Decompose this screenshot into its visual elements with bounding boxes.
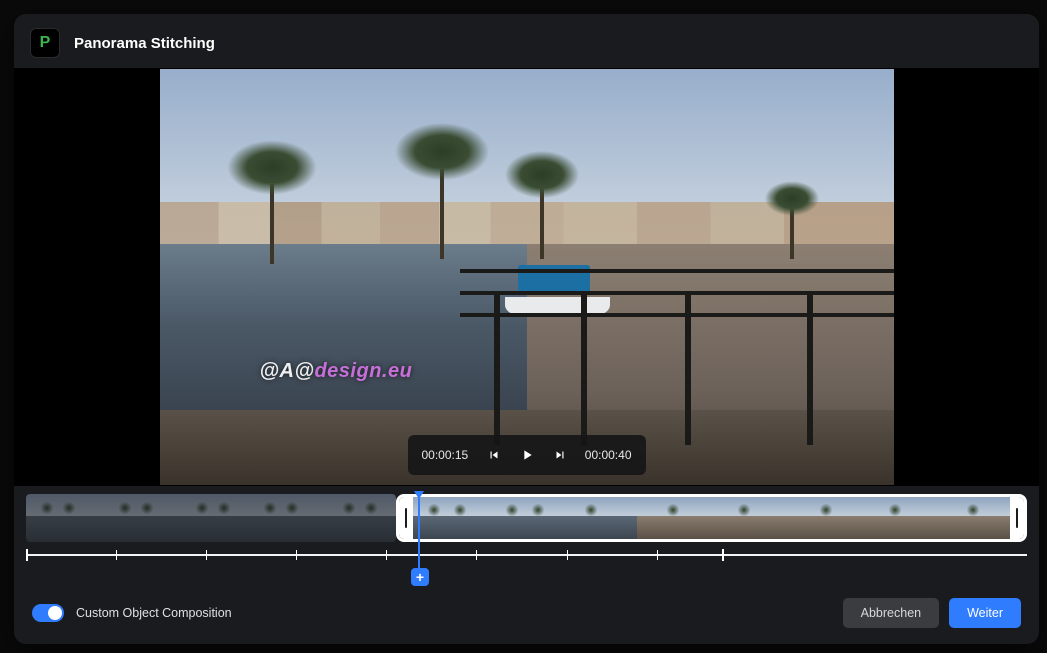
timeline-ruler[interactable]: + — [26, 548, 1027, 562]
current-time: 00:00:15 — [422, 448, 469, 462]
panorama-stitching-dialog: P Panorama Stitching — [14, 14, 1039, 644]
video-preview-area: @A@design.eu 00:00:15 00:00:40 — [14, 68, 1039, 486]
video-preview-frame[interactable]: @A@design.eu 00:00:15 00:00:40 — [160, 69, 894, 485]
dialog-footer: Custom Object Composition Abbrechen Weit… — [14, 584, 1039, 644]
skip-next-icon — [553, 448, 567, 462]
watermark-text: @A@design.eu — [260, 360, 413, 383]
player-controls: 00:00:15 00:00:40 — [408, 435, 646, 475]
timeline-strip[interactable] — [26, 494, 1027, 542]
custom-composition-label: Custom Object Composition — [76, 606, 232, 620]
timeline-selected-range[interactable] — [396, 494, 1027, 542]
range-handle-left[interactable] — [399, 497, 413, 539]
plus-icon: + — [416, 569, 424, 585]
total-time: 00:00:40 — [585, 448, 632, 462]
cancel-button[interactable]: Abbrechen — [843, 598, 939, 628]
play-icon — [519, 447, 535, 463]
watermark-accent: design.eu — [314, 360, 412, 382]
range-handle-right[interactable] — [1010, 497, 1024, 539]
custom-composition-toggle[interactable] — [32, 604, 64, 622]
timeline-out-range — [26, 494, 396, 542]
next-frame-button[interactable] — [553, 448, 567, 462]
app-icon: P — [30, 28, 60, 58]
next-button[interactable]: Weiter — [949, 598, 1021, 628]
skip-previous-icon — [487, 448, 501, 462]
dialog-title: Panorama Stitching — [74, 35, 215, 52]
play-button[interactable] — [519, 447, 535, 463]
prev-frame-button[interactable] — [487, 448, 501, 462]
watermark-prefix: @A@ — [260, 360, 315, 382]
timeline-area: + — [14, 486, 1039, 566]
app-icon-letter: P — [40, 34, 51, 52]
dialog-header: P Panorama Stitching — [14, 14, 1039, 68]
add-marker-button[interactable]: + — [411, 568, 429, 586]
